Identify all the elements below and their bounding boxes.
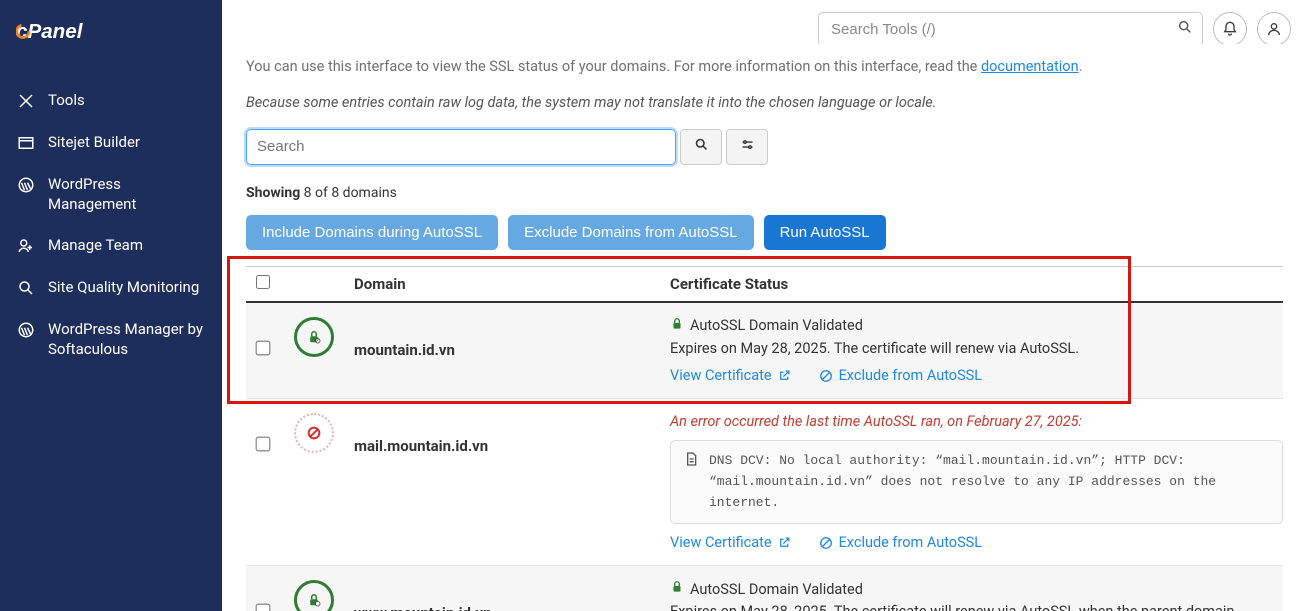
sidebar-item-label: WordPress Management (48, 175, 206, 214)
tools-icon (16, 91, 36, 111)
ssl-status-icon (294, 580, 354, 611)
error-intro: An error occurred the last time AutoSSL … (670, 413, 1283, 430)
sidebar-item-wp-manager-softaculous[interactable]: WordPress Manager by Softaculous (0, 309, 222, 370)
filter-input[interactable] (246, 129, 676, 165)
status-validated: AutoSSL Domain Validated (670, 317, 1283, 335)
sidebar-item-label: Manage Team (48, 236, 143, 256)
domain-name: mountain.id.vn (354, 317, 670, 359)
document-icon (683, 451, 699, 513)
error-body: DNS DCV: No local authority: “mail.mount… (709, 451, 1270, 513)
row-checkbox[interactable] (256, 604, 271, 611)
expiry-text: Expires on May 28, 2025. The certificate… (670, 602, 1283, 611)
row-checkbox[interactable] (256, 437, 271, 452)
translation-note: Because some entries contain raw log dat… (246, 94, 1283, 111)
row-checkbox[interactable] (256, 340, 271, 355)
svg-text:cPanel: cPanel (16, 20, 84, 43)
wordpress-icon (16, 175, 36, 195)
error-detail-box: DNS DCV: No local authority: “mail.mount… (670, 440, 1283, 524)
sitejet-icon (16, 133, 36, 153)
search-box (818, 12, 1203, 46)
column-header-domain[interactable]: Domain (354, 275, 670, 293)
main-content: You can use this interface to view the S… (222, 44, 1307, 611)
ssl-status-icon (294, 413, 354, 453)
cpanel-logo: cPanel (0, 18, 222, 80)
documentation-link[interactable]: documentation (981, 58, 1079, 75)
lock-icon (670, 580, 684, 598)
run-autossl-button[interactable]: Run AutoSSL (764, 215, 886, 250)
sidebar-item-label: WordPress Manager by Softaculous (48, 320, 206, 359)
wordpress-icon (16, 320, 36, 340)
table-row: mail.mountain.id.vn An error occurred th… (246, 399, 1283, 566)
user-menu-button[interactable] (1257, 12, 1291, 46)
sidebar-item-manage-team[interactable]: Manage Team (0, 225, 222, 267)
search-icon (694, 137, 709, 156)
team-icon (16, 236, 36, 256)
exclude-autossl-link[interactable]: Exclude from AutoSSL (819, 534, 983, 551)
sidebar-item-sitejet[interactable]: Sitejet Builder (0, 122, 222, 164)
sidebar-item-label: Sitejet Builder (48, 133, 140, 153)
intro-text: You can use this interface to view the S… (246, 56, 1283, 78)
sidebar-item-wp-management[interactable]: WordPress Management (0, 164, 222, 225)
exclude-autossl-link[interactable]: Exclude from AutoSSL (819, 367, 983, 384)
domain-name: mail.mountain.id.vn (354, 413, 670, 455)
showing-count: Showing 8 of 8 domains (246, 185, 1283, 201)
filter-settings-button[interactable] (726, 129, 768, 165)
domain-name: www.mountain.id.vn (354, 580, 670, 611)
expiry-text: Expires on May 28, 2025. The certificate… (670, 339, 1283, 359)
include-domains-button[interactable]: Include Domains during AutoSSL (246, 215, 498, 250)
sliders-icon (740, 137, 755, 156)
column-header-status[interactable]: Certificate Status (670, 275, 1283, 293)
view-certificate-link[interactable]: View Certificate (670, 367, 791, 384)
table-row: www.mountain.id.vn AutoSSL Domain Valida… (246, 566, 1283, 611)
sidebar: cPanel Tools Sitejet Builder WordPress M… (0, 0, 222, 611)
sidebar-item-label: Site Quality Monitoring (48, 278, 199, 298)
sidebar-item-tools[interactable]: Tools (0, 80, 222, 122)
filter-search-button[interactable] (680, 129, 722, 165)
view-certificate-link[interactable]: View Certificate (670, 534, 791, 551)
status-validated: AutoSSL Domain Validated (670, 580, 1283, 598)
table-row: mountain.id.vn AutoSSL Domain Validated … (246, 303, 1283, 399)
sidebar-item-label: Tools (48, 91, 85, 111)
notifications-button[interactable] (1213, 12, 1247, 46)
domains-table: Domain Certificate Status mountain.id.vn… (246, 266, 1283, 611)
table-header: Domain Certificate Status (246, 266, 1283, 303)
lock-icon (670, 317, 684, 335)
bulk-action-row: Include Domains during AutoSSL Exclude D… (246, 215, 1283, 250)
exclude-domains-button[interactable]: Exclude Domains from AutoSSL (508, 215, 753, 250)
search-input[interactable] (818, 12, 1203, 46)
ssl-status-icon (294, 317, 354, 357)
select-all-checkbox[interactable] (256, 275, 270, 289)
monitor-icon (16, 278, 36, 298)
sidebar-item-site-quality[interactable]: Site Quality Monitoring (0, 267, 222, 309)
search-icon[interactable] (1177, 19, 1193, 39)
filter-row (246, 129, 1283, 165)
